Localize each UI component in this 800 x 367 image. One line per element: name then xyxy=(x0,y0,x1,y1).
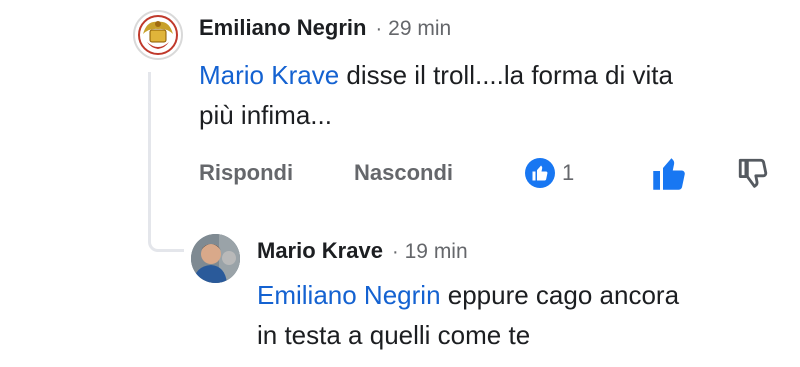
comment-body: Emiliano Negrin eppure cago ancora in te… xyxy=(257,275,787,355)
comment-text-line: disse il troll....la forma di vita xyxy=(339,60,673,90)
comment-author[interactable]: Emiliano Negrin xyxy=(199,10,366,46)
comment-text-line: più infima... xyxy=(199,100,332,130)
comment-author[interactable]: Mario Krave xyxy=(257,233,383,269)
comment-text-line: in testa a quelli come te xyxy=(257,320,531,350)
avatar[interactable] xyxy=(191,234,240,283)
comment: Emiliano Negrin · 29 min Mario Krave dis… xyxy=(199,10,789,135)
separator-dot: · xyxy=(375,18,383,40)
hide-button[interactable]: Nascondi xyxy=(354,160,453,186)
comment-body: Mario Krave disse il troll....la forma d… xyxy=(199,55,789,135)
thumb-down-icon[interactable] xyxy=(736,156,770,190)
person-photo-icon xyxy=(191,234,240,283)
separator-dot: · xyxy=(391,241,399,263)
comment-timestamp[interactable]: 29 min xyxy=(388,11,451,47)
like-reaction-icon xyxy=(525,158,555,188)
mention-link[interactable]: Emiliano Negrin xyxy=(257,280,441,310)
reply-button[interactable]: Rispondi xyxy=(199,160,293,186)
comment-actions: Rispondi Nascondi 1 xyxy=(199,152,789,196)
like-count: 1 xyxy=(562,160,575,185)
thumb-up-icon[interactable] xyxy=(651,156,687,192)
thread-connector-line xyxy=(148,72,158,252)
reply-comment: Mario Krave · 19 min Emiliano Negrin epp… xyxy=(257,233,787,355)
comment-header: Emiliano Negrin · 29 min xyxy=(199,10,789,46)
reactions-summary[interactable]: 1 xyxy=(525,158,574,188)
thread-connector-end xyxy=(158,249,184,252)
avatar[interactable] xyxy=(133,10,183,60)
lion-emblem-icon xyxy=(136,13,180,57)
mention-link[interactable]: Mario Krave xyxy=(199,60,339,90)
comment-timestamp[interactable]: 19 min xyxy=(405,234,468,270)
comment-header: Mario Krave · 19 min xyxy=(257,233,787,269)
comment-text-line: eppure cago ancora xyxy=(440,280,680,310)
